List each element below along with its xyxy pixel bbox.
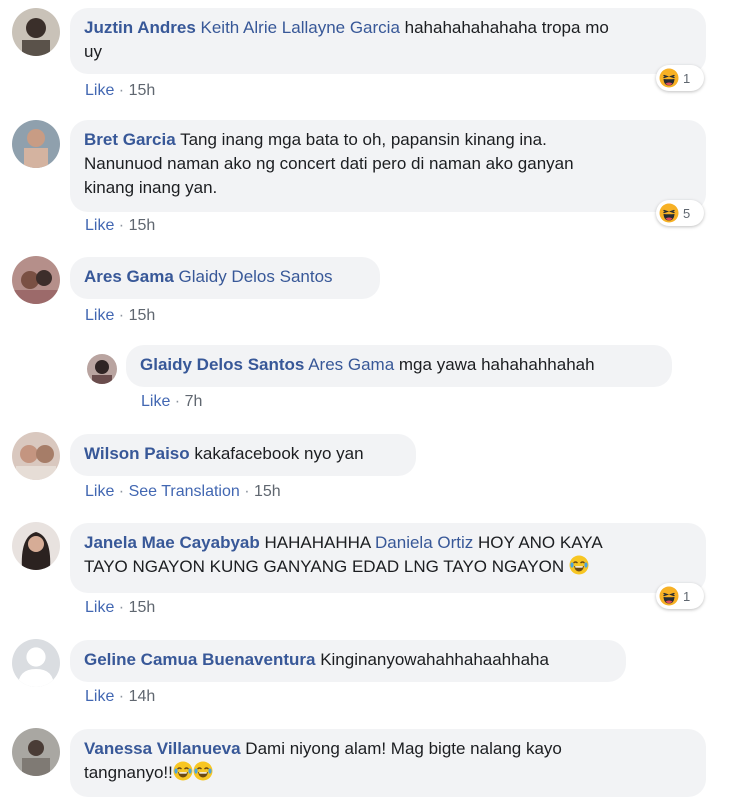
mention-link[interactable]: Ares Gama — [308, 355, 394, 374]
reaction-count: 1 — [683, 70, 691, 86]
timestamp[interactable]: 15h — [254, 483, 281, 500]
avatar[interactable] — [12, 120, 60, 168]
avatar[interactable] — [12, 522, 60, 570]
timestamp[interactable]: 15h — [129, 599, 156, 616]
comment-actions: Like · 15h — [85, 307, 156, 324]
like-link[interactable]: Like — [85, 599, 114, 616]
reaction-summary[interactable]: 1 — [656, 65, 704, 91]
mention-link[interactable]: Daniela Ortiz — [375, 533, 473, 552]
default-avatar-icon — [12, 639, 60, 687]
comment-text: hahahahahahaha tropa mo — [399, 18, 609, 37]
reply-bubble: Glaidy Delos Santos Ares Gama mga yawa h… — [126, 345, 672, 387]
mention-link[interactable]: Keith Alrie Lallayne Garcia — [201, 18, 400, 37]
timestamp[interactable]: 15h — [129, 217, 156, 234]
comment-text: uy — [84, 42, 102, 61]
reaction-summary[interactable]: 5 — [656, 200, 704, 226]
comment-text: Kinginanyowahahhahaahhaha — [315, 650, 549, 669]
comment-text: tangnanyo!! — [84, 763, 173, 782]
comment-bubble: Ares Gama Glaidy Delos Santos — [70, 257, 380, 299]
comment-author[interactable]: Vanessa Villanueva — [84, 739, 241, 758]
reaction-summary[interactable]: 1 — [656, 583, 704, 609]
comment-bubble: Bret Garcia Tang inang mga bata to oh, p… — [70, 120, 706, 212]
comment-actions: Like · See Translation · 15h — [85, 483, 281, 500]
timestamp[interactable]: 7h — [185, 393, 203, 410]
tears-of-joy-emoji-icon — [173, 761, 193, 781]
comment-author[interactable]: Glaidy Delos Santos — [140, 355, 304, 374]
avatar[interactable] — [12, 728, 60, 776]
comment-bubble: Vanessa Villanueva Dami niyong alam! Mag… — [70, 729, 706, 797]
comment-bubble: Janela Mae Cayabyab HAHAHAHHA Daniela Or… — [70, 523, 706, 593]
comment-bubble: Juztin Andres Keith Alrie Lallayne Garci… — [70, 8, 706, 74]
comment-text: Dami niyong alam! Mag bigte nalang kayo — [240, 739, 562, 758]
comment-author[interactable]: Janela Mae Cayabyab — [84, 533, 260, 552]
avatar[interactable] — [87, 354, 117, 384]
comment-text: kakafacebook nyo yan — [189, 444, 364, 463]
comment-actions: Like · 15h — [85, 599, 156, 616]
tears-of-joy-emoji-icon — [193, 761, 213, 781]
comment-author[interactable]: Bret Garcia — [84, 130, 176, 149]
comment-author[interactable]: Juztin Andres — [84, 18, 196, 37]
avatar[interactable] — [12, 8, 60, 56]
tears-of-joy-emoji-icon — [569, 555, 589, 575]
like-link[interactable]: Like — [85, 307, 114, 324]
comment-text: kinang inang yan. — [84, 178, 218, 197]
like-link[interactable]: Like — [85, 688, 114, 705]
comment-bubble: Wilson Paiso kakafacebook nyo yan — [70, 434, 416, 476]
like-link[interactable]: Like — [85, 483, 114, 500]
comment-text: HAHAHAHHA — [259, 533, 376, 552]
timestamp[interactable]: 14h — [129, 688, 156, 705]
like-link[interactable]: Like — [141, 393, 170, 410]
comment-actions: Like · 15h — [85, 217, 156, 234]
comment-text: HOY ANO KAYA — [473, 533, 603, 552]
avatar[interactable] — [12, 256, 60, 304]
haha-reaction-icon — [659, 203, 679, 223]
comment-actions: Like · 7h — [141, 393, 203, 410]
reaction-count: 5 — [683, 205, 691, 221]
avatar[interactable] — [12, 432, 60, 480]
comment-bubble: Geline Camua Buenaventura Kinginanyowaha… — [70, 640, 626, 682]
avatar[interactable] — [12, 639, 60, 687]
timestamp[interactable]: 15h — [129, 307, 156, 324]
comment-author[interactable]: Wilson Paiso — [84, 444, 190, 463]
comment-text: Tang inang mga bata to oh, papansin kina… — [175, 130, 547, 149]
comment-text: Nanunuod naman ako ng concert dati pero … — [84, 154, 574, 173]
like-link[interactable]: Like — [85, 217, 114, 234]
comment-author[interactable]: Ares Gama — [84, 267, 174, 286]
see-translation-link[interactable]: See Translation — [129, 483, 240, 500]
comment-author[interactable]: Geline Camua Buenaventura — [84, 650, 315, 669]
haha-reaction-icon — [659, 586, 679, 606]
haha-reaction-icon — [659, 68, 679, 88]
mention-link[interactable]: Glaidy Delos Santos — [179, 267, 333, 286]
comment-actions: Like · 14h — [85, 688, 156, 705]
timestamp[interactable]: 15h — [129, 82, 156, 99]
comment-actions: Like · 15h — [85, 82, 156, 99]
comment-text: mga yawa hahahahhahah — [394, 355, 595, 374]
comment-text: TAYO NGAYON KUNG GANYANG EDAD LNG TAYO N… — [84, 557, 565, 576]
like-link[interactable]: Like — [85, 82, 114, 99]
reaction-count: 1 — [683, 588, 691, 604]
